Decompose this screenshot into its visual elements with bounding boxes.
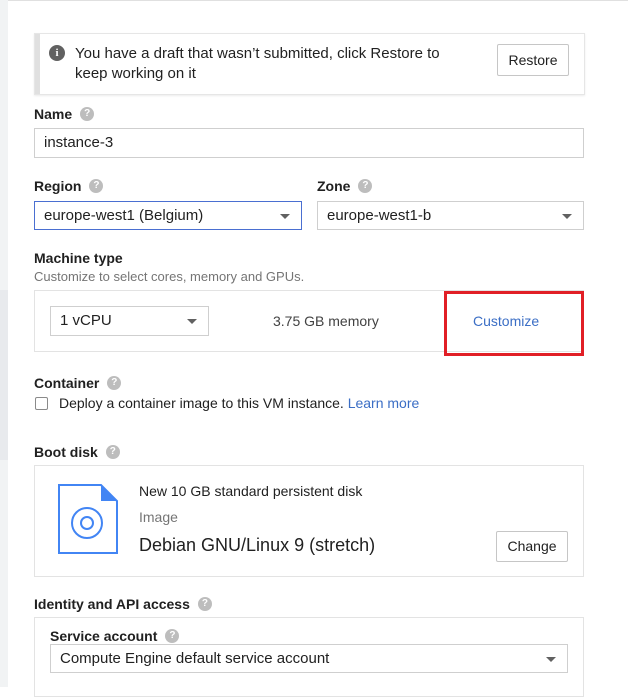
help-icon[interactable]: ?: [197, 597, 212, 612]
left-nav-strip: [0, 0, 8, 687]
machine-type-description: Customize to select cores, memory and GP…: [34, 269, 305, 284]
chevron-down-icon: [187, 319, 197, 324]
zone-select-value: europe-west1-b: [327, 207, 432, 224]
region-select-value: europe-west1 (Belgium): [44, 207, 204, 224]
zone-label-text: Zone: [317, 178, 351, 194]
identity-card: Service account? Compute Engine default …: [34, 617, 584, 697]
boot-disk-label-text: Boot disk: [34, 444, 98, 460]
boot-disk-image-value: Debian GNU/Linux 9 (stretch): [139, 535, 376, 555]
service-account-select-value: Compute Engine default service account: [60, 650, 330, 667]
boot-disk-card: New 10 GB standard persistent disk Image…: [34, 465, 584, 577]
memory-value: 3.75 GB memory: [273, 313, 379, 329]
name-label: Name?: [34, 106, 95, 122]
info-icon: i: [49, 45, 65, 61]
help-icon[interactable]: ?: [80, 107, 95, 122]
boot-disk-title: New 10 GB standard persistent disk: [139, 483, 363, 499]
vcpu-select[interactable]: 1 vCPU: [50, 306, 209, 336]
disk-icon: [58, 484, 118, 554]
boot-disk-image-label: Image: [139, 509, 178, 525]
container-checkbox-text: Deploy a container image to this VM inst…: [59, 395, 344, 411]
change-button[interactable]: Change: [496, 531, 568, 562]
chevron-down-icon: [562, 213, 572, 219]
banner-accent-bar: [35, 34, 40, 94]
help-icon[interactable]: ?: [358, 179, 373, 194]
container-label: Container?: [34, 375, 122, 391]
region-label: Region?: [34, 178, 104, 194]
name-input[interactable]: instance-3: [34, 128, 584, 158]
zone-label: Zone?: [317, 178, 373, 194]
frame-border: [8, 0, 628, 1]
region-select[interactable]: europe-west1 (Belgium): [34, 201, 302, 230]
left-nav-tab: [0, 290, 8, 460]
identity-label: Identity and API access?: [34, 596, 212, 612]
draft-banner: i You have a draft that wasn’t submitted…: [34, 33, 585, 95]
help-icon[interactable]: ?: [105, 445, 120, 460]
help-icon[interactable]: ?: [107, 376, 122, 391]
learn-more-link[interactable]: Learn more: [348, 395, 420, 411]
restore-button[interactable]: Restore: [497, 44, 569, 76]
service-account-select[interactable]: Compute Engine default service account: [50, 644, 568, 673]
service-account-label-text: Service account: [50, 628, 158, 644]
highlight-box: [444, 291, 584, 356]
name-label-text: Name: [34, 106, 73, 122]
boot-disk-label: Boot disk?: [34, 444, 120, 460]
identity-label-text: Identity and API access: [34, 596, 190, 612]
draft-message: You have a draft that wasn’t submitted, …: [75, 45, 440, 82]
container-checkbox-label: Deploy a container image to this VM inst…: [59, 395, 419, 411]
zone-select[interactable]: europe-west1-b: [317, 201, 584, 230]
chevron-down-icon: [546, 656, 556, 662]
container-checkbox[interactable]: [35, 397, 48, 410]
help-icon[interactable]: ?: [165, 629, 180, 644]
service-account-label: Service account?: [50, 628, 180, 644]
container-label-text: Container: [34, 375, 100, 391]
chevron-down-icon: [280, 213, 290, 219]
vcpu-select-value: 1 vCPU: [60, 312, 112, 329]
region-label-text: Region: [34, 178, 82, 194]
help-icon[interactable]: ?: [89, 179, 104, 194]
machine-type-label: Machine type: [34, 250, 123, 266]
